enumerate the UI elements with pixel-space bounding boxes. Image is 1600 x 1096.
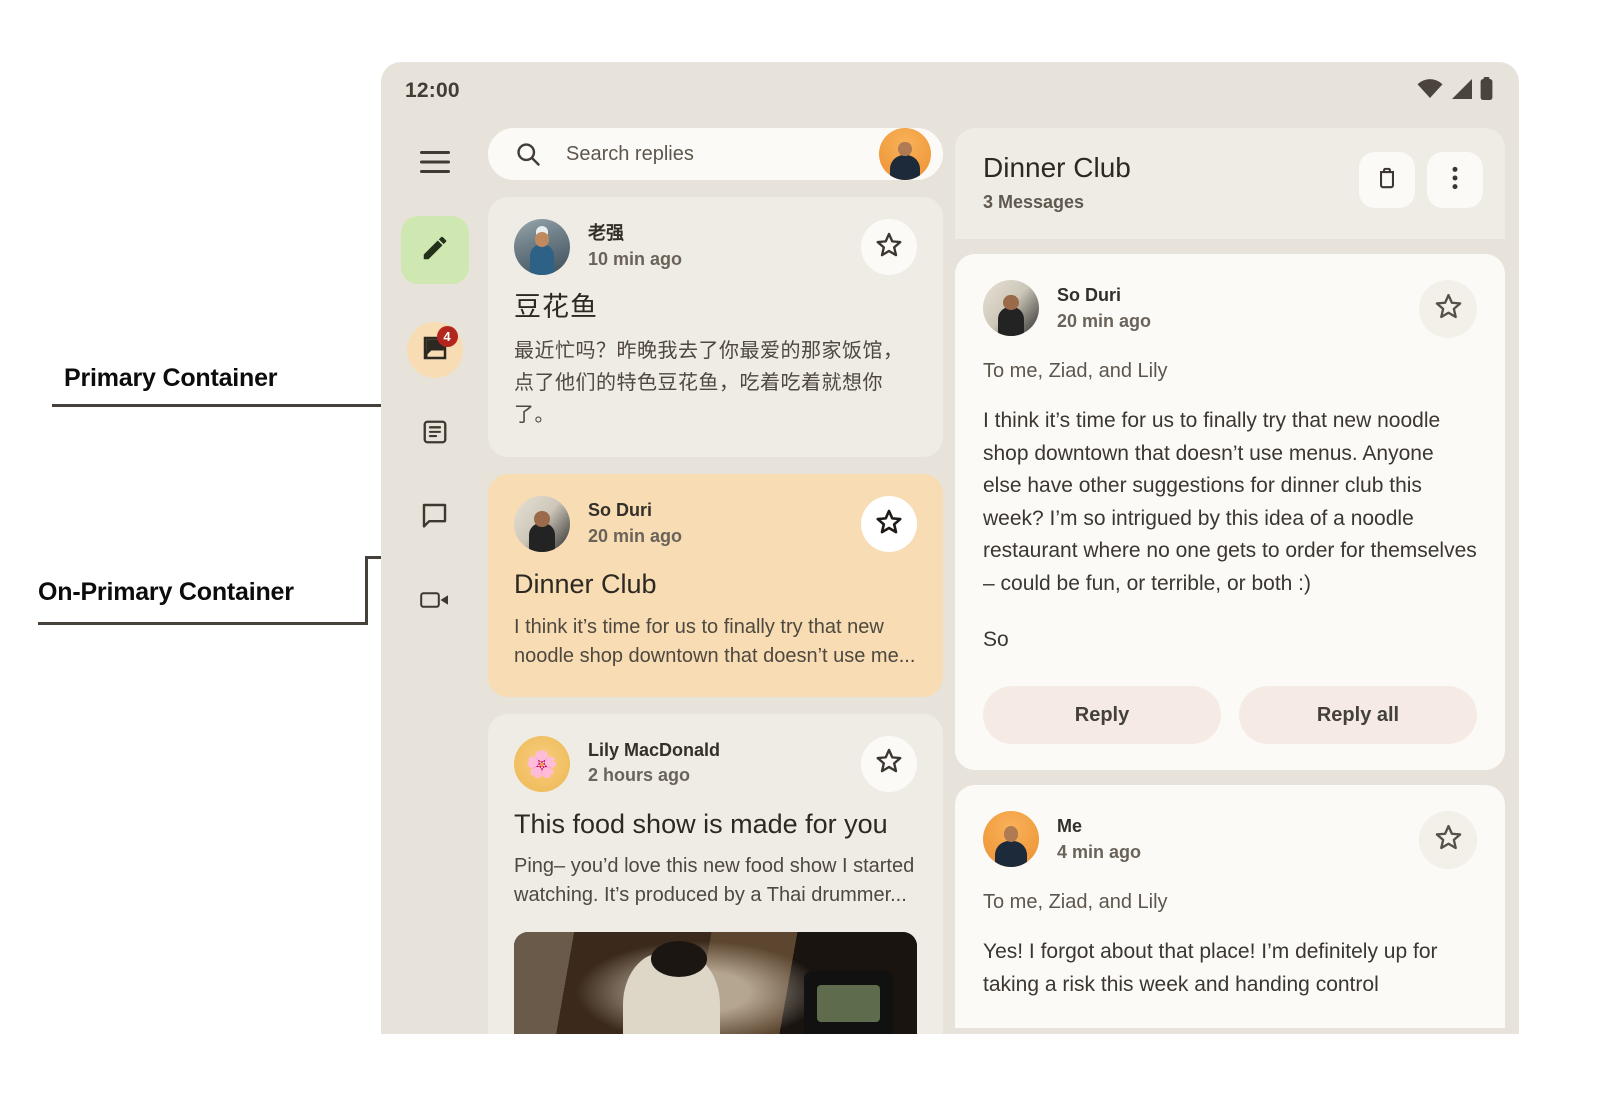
message-header: So Duri 20 min ago bbox=[983, 280, 1477, 339]
status-bar-clock: 12:00 bbox=[405, 79, 460, 102]
list-item-thumbnail[interactable] bbox=[514, 932, 917, 1034]
sidebar-item-video[interactable] bbox=[407, 574, 463, 630]
cellular-signal-icon bbox=[1450, 78, 1473, 105]
message-recipients: To me, Ziad, and Lily bbox=[983, 891, 1168, 914]
message-time: 4 min ago bbox=[1057, 841, 1142, 862]
avatar bbox=[983, 280, 1039, 337]
list-item-sender: So Duri bbox=[588, 500, 653, 521]
leader-primary-underline bbox=[52, 404, 385, 407]
wifi-icon bbox=[1417, 78, 1443, 104]
sidebar-item-chat[interactable] bbox=[407, 490, 463, 546]
battery-icon bbox=[1480, 77, 1493, 105]
star-outline-icon bbox=[874, 230, 904, 265]
list-item[interactable]: 老强 10 min ago 豆花鱼 最近忙吗？昨晚我去了你最爱的那家饭馆，点了他… bbox=[488, 197, 943, 458]
list-item-time: 20 min ago bbox=[588, 525, 683, 546]
status-bar-icons bbox=[1417, 77, 1493, 105]
list-item-subject: Dinner Club bbox=[514, 569, 657, 600]
star-button[interactable] bbox=[1419, 811, 1477, 870]
message-signature: So bbox=[983, 628, 1009, 652]
list-item-time: 2 hours ago bbox=[588, 765, 691, 786]
search-bar[interactable]: Search replies bbox=[488, 128, 943, 180]
search-icon bbox=[514, 140, 542, 168]
thread-header: Dinner Club 3 Messages bbox=[955, 128, 1505, 240]
message-card: Me 4 min ago To me, Ziad, and Lily Yes! … bbox=[955, 785, 1505, 1028]
more-options-button[interactable] bbox=[1427, 152, 1483, 208]
trash-icon bbox=[1374, 165, 1400, 196]
device-frame: 12:00 4 Search replies 老强 10 min ago 豆花鱼… bbox=[381, 62, 1519, 1034]
message-card: So Duri 20 min ago To me, Ziad, and Lily… bbox=[955, 254, 1505, 771]
search-input[interactable]: Search replies bbox=[566, 143, 879, 166]
list-item-time: 10 min ago bbox=[588, 248, 683, 269]
star-button[interactable] bbox=[861, 496, 917, 553]
message-sender-block: So Duri 20 min ago bbox=[1057, 280, 1151, 333]
message-header: Me 4 min ago bbox=[983, 811, 1477, 870]
list-item-preview: I think it’s time for us to finally try … bbox=[514, 615, 916, 667]
star-outline-icon bbox=[1433, 291, 1464, 327]
avatar bbox=[983, 811, 1039, 868]
page-title: Dinner Club bbox=[983, 152, 1131, 183]
annotation-label-on-primary-container: On-Primary Container bbox=[38, 578, 294, 606]
star-outline-icon bbox=[1433, 822, 1464, 858]
list-item-preview: 最近忙吗？昨晚我去了你最爱的那家饭馆，点了他们的特色豆花鱼，吃着吃着就想你了。 bbox=[514, 340, 904, 427]
star-button[interactable] bbox=[861, 735, 917, 792]
list-item-sender-block: So Duri 20 min ago bbox=[588, 496, 682, 548]
chat-bubble-icon bbox=[420, 501, 449, 535]
list-item-header: 🌸 Lily MacDonald 2 hours ago bbox=[514, 735, 917, 792]
thread-message-count: 3 Messages bbox=[983, 192, 1085, 213]
thread-title-block: Dinner Club 3 Messages bbox=[983, 152, 1131, 213]
mail-list-pane: Search replies 老强 10 min ago 豆花鱼 最近忙吗？昨晚… bbox=[488, 120, 955, 1034]
list-item-sender-block: 老强 10 min ago bbox=[588, 219, 682, 271]
leader-onprimary-vertical bbox=[365, 556, 368, 625]
list-item-header: 老强 10 min ago bbox=[514, 219, 917, 275]
leader-onprimary-underline bbox=[38, 622, 367, 625]
list-item[interactable]: 🌸 Lily MacDonald 2 hours ago This food s… bbox=[488, 713, 943, 1034]
message-time: 20 min ago bbox=[1057, 310, 1152, 331]
compose-fab-button[interactable] bbox=[400, 216, 469, 284]
list-item-header: So Duri 20 min ago bbox=[514, 496, 917, 553]
star-outline-icon bbox=[874, 746, 904, 781]
annotation-label-primary-container: Primary Container bbox=[64, 364, 278, 392]
articles-icon bbox=[421, 418, 449, 451]
message-actions: Reply Reply all bbox=[983, 686, 1477, 745]
more-vertical-icon bbox=[1451, 165, 1459, 196]
message-body: Yes! I forgot about that place! I’m defi… bbox=[983, 940, 1438, 997]
navigation-rail: 4 bbox=[381, 120, 488, 1034]
video-camera-icon bbox=[419, 588, 450, 617]
star-button[interactable] bbox=[1419, 280, 1477, 339]
message-recipients: To me, Ziad, and Lily bbox=[983, 360, 1168, 383]
avatar: 🌸 bbox=[514, 735, 570, 792]
list-item-sender: 老强 bbox=[588, 223, 624, 243]
star-button[interactable] bbox=[861, 219, 917, 275]
message-body: I think it’s time for us to finally try … bbox=[983, 409, 1477, 595]
message-sender: So Duri bbox=[1057, 285, 1122, 306]
inbox-badge-count: 4 bbox=[436, 326, 458, 347]
reply-button[interactable]: Reply bbox=[983, 686, 1221, 745]
camera-silhouette bbox=[804, 971, 893, 1034]
reply-all-button[interactable]: Reply all bbox=[1239, 686, 1477, 745]
delete-button[interactable] bbox=[1359, 152, 1415, 208]
pencil-edit-icon bbox=[420, 233, 450, 268]
hamburger-menu-icon[interactable] bbox=[407, 134, 463, 190]
flower-emoji: 🌸 bbox=[525, 748, 559, 779]
list-item-subject: 豆花鱼 bbox=[514, 292, 598, 322]
status-bar: 12:00 bbox=[381, 62, 1519, 120]
list-item-sender: Lily MacDonald bbox=[588, 739, 721, 760]
list-item-subject: This food show is made for you bbox=[514, 808, 888, 839]
list-item-sender-block: Lily MacDonald 2 hours ago bbox=[588, 736, 720, 788]
avatar bbox=[514, 219, 570, 275]
thread-detail-pane: Dinner Club 3 Messages So Duri 20 min ag… bbox=[955, 128, 1519, 1034]
avatar bbox=[514, 496, 570, 553]
avatar[interactable] bbox=[879, 128, 931, 180]
star-outline-icon bbox=[874, 507, 904, 542]
message-sender-block: Me 4 min ago bbox=[1057, 811, 1141, 864]
sidebar-item-articles[interactable] bbox=[407, 406, 463, 462]
list-item-selected[interactable]: So Duri 20 min ago Dinner Club I think i… bbox=[488, 474, 943, 697]
message-sender: Me bbox=[1057, 816, 1083, 837]
list-item-preview: Ping– you’d love this new food show I st… bbox=[514, 855, 915, 907]
sidebar-item-inbox[interactable]: 4 bbox=[406, 322, 463, 378]
app-body: 4 Search replies 老强 10 min ago 豆花鱼 最近忙吗？… bbox=[381, 120, 1519, 1034]
